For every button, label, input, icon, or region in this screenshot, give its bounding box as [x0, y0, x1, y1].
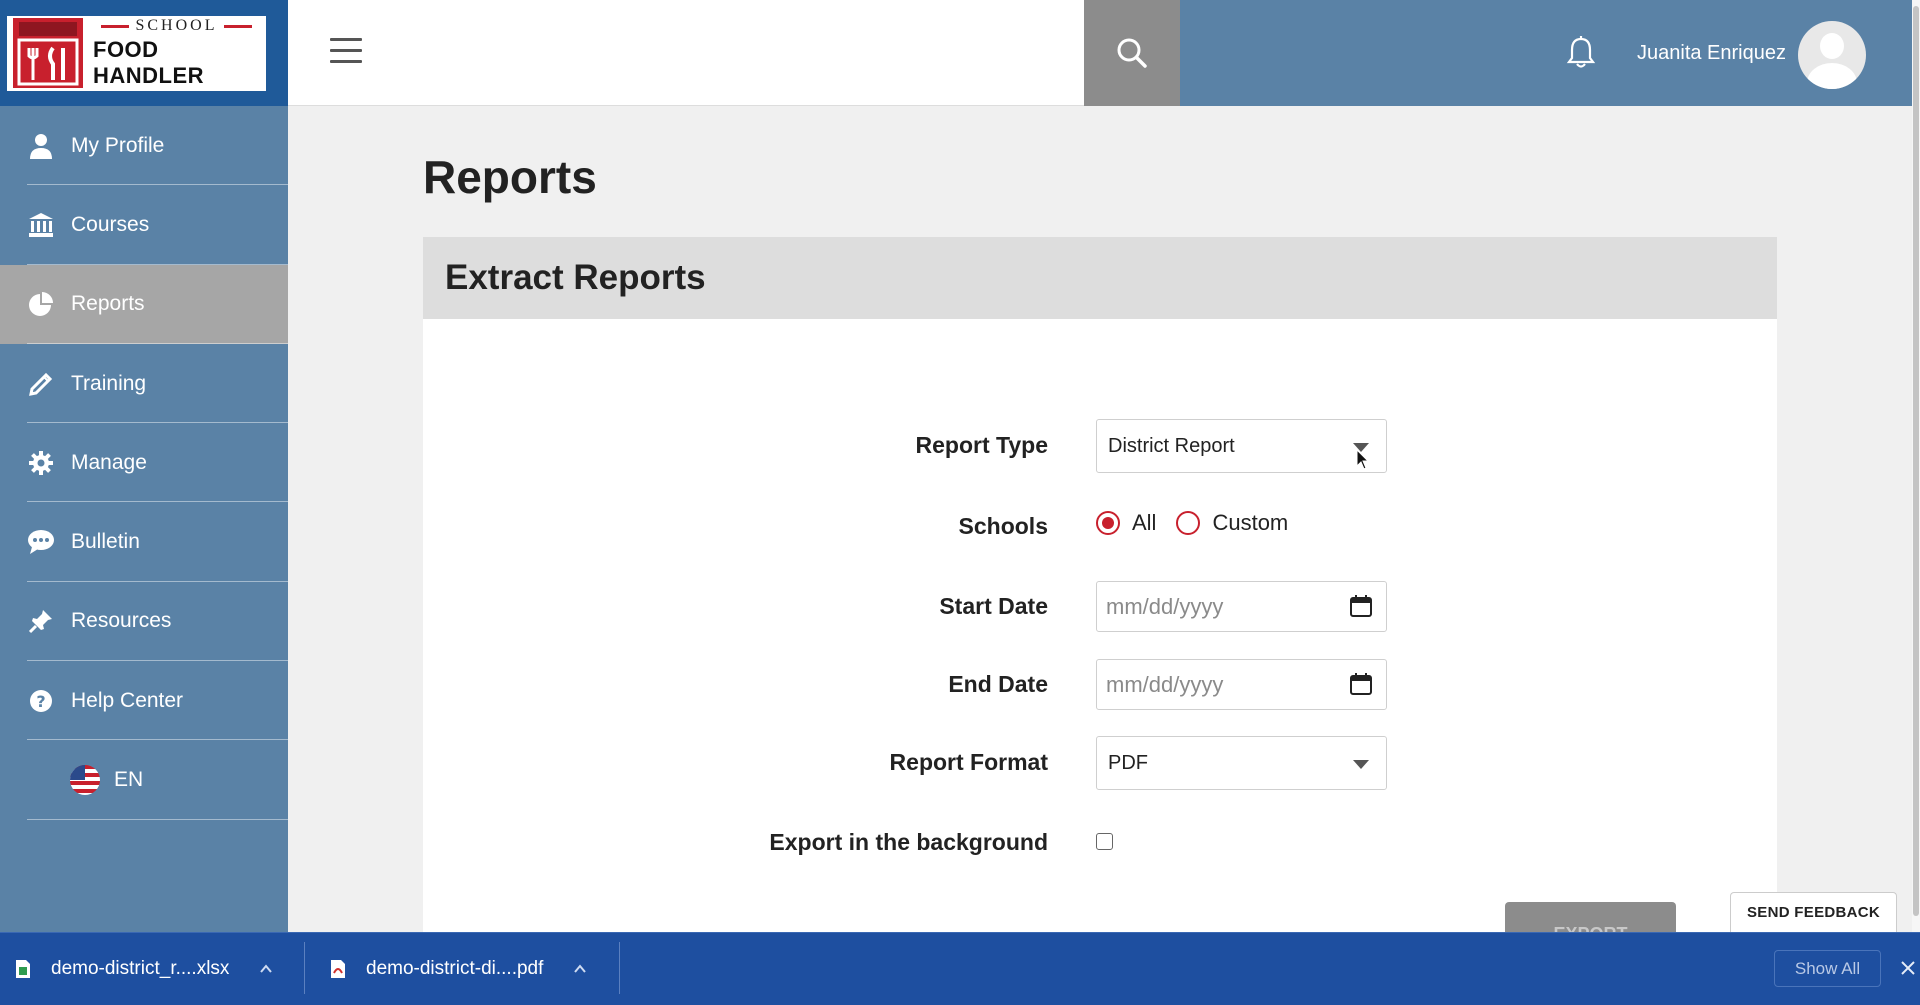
report-format-value: PDF	[1108, 751, 1148, 774]
chevron-up-icon[interactable]	[573, 962, 587, 976]
sidebar-item-training[interactable]: Training	[0, 344, 288, 424]
menu-toggle-icon[interactable]	[330, 38, 362, 64]
logo-line2: FOOD HANDLER	[93, 37, 205, 88]
sidebar-item-label: Resources	[71, 609, 172, 633]
sidebar-item-label: Help Center	[71, 688, 184, 712]
export-background-checkbox[interactable]	[1096, 833, 1113, 850]
start-date-label: Start Date	[939, 593, 1048, 619]
search-button[interactable]	[1084, 0, 1180, 106]
sidebar-item-manage[interactable]: Manage	[0, 423, 288, 503]
sidebar-item-label: Manage	[71, 450, 147, 474]
logo-area: SCHOOL FOOD HANDLER	[0, 0, 288, 106]
report-format-select[interactable]: PDF	[1096, 736, 1387, 790]
institution-icon	[27, 211, 55, 239]
end-date-input[interactable]: mm/dd/yyyy	[1096, 659, 1387, 710]
language-selector[interactable]: EN	[0, 740, 288, 820]
search-icon	[1117, 38, 1147, 68]
end-date-placeholder: mm/dd/yyyy	[1106, 671, 1224, 697]
sidebar-item-reports[interactable]: Reports	[0, 264, 288, 345]
end-date-label: End Date	[948, 671, 1048, 697]
language-label: EN	[114, 768, 144, 792]
pencil-icon	[27, 370, 55, 398]
sidebar-item-bulletin[interactable]: Bulletin	[0, 502, 288, 583]
sidebar: SCHOOL FOOD HANDLER My Profile Courses R…	[0, 0, 288, 932]
sidebar-item-my-profile[interactable]: My Profile	[0, 106, 288, 186]
download-separator	[304, 942, 305, 994]
pin-icon	[27, 607, 55, 635]
logo-mark-icon	[13, 18, 83, 88]
close-icon[interactable]	[1898, 958, 1918, 978]
scrollbar-thumb[interactable]	[1913, 6, 1919, 916]
download-item-xlsx[interactable]: demo-district_r....xlsx	[15, 932, 273, 1005]
page-title: Reports	[423, 151, 597, 203]
sidebar-item-label: Courses	[71, 212, 150, 236]
gear-icon	[27, 449, 55, 477]
question-icon: ?	[27, 687, 55, 715]
sidebar-item-label: My Profile	[71, 133, 165, 157]
send-feedback-button[interactable]: SEND FEEDBACK	[1730, 892, 1897, 932]
mouse-cursor-icon	[1356, 449, 1370, 470]
report-type-select[interactable]: District Report	[1096, 419, 1387, 473]
chevron-up-icon[interactable]	[259, 962, 273, 976]
download-filename: demo-district_r....xlsx	[51, 957, 230, 979]
top-bar	[288, 0, 1084, 106]
schools-radio-all[interactable]	[1096, 511, 1120, 535]
radio-label-custom[interactable]: Custom	[1212, 510, 1288, 536]
bell-icon[interactable]	[1566, 36, 1596, 70]
sidebar-item-label: Training	[71, 371, 147, 395]
speech-bubble-icon	[27, 528, 55, 556]
export-background-label: Export in the background	[769, 829, 1048, 855]
panel-title: Extract Reports	[445, 258, 706, 297]
schools-label: Schools	[958, 513, 1048, 539]
calendar-icon[interactable]	[1350, 673, 1372, 695]
person-icon	[27, 132, 55, 160]
download-filename: demo-district-di....pdf	[366, 957, 544, 979]
user-name[interactable]: Juanita Enriquez	[1637, 42, 1786, 65]
start-date-input[interactable]: mm/dd/yyyy	[1096, 581, 1387, 632]
panel-header: Extract Reports	[423, 237, 1777, 319]
pie-chart-icon	[27, 290, 55, 318]
start-date-placeholder: mm/dd/yyyy	[1106, 593, 1224, 619]
download-separator	[619, 942, 620, 994]
sidebar-item-help-center[interactable]: ? Help Center	[0, 661, 288, 741]
sidebar-item-courses[interactable]: Courses	[0, 185, 288, 265]
schools-radio-group: All Custom	[1096, 510, 1308, 536]
radio-label-all[interactable]: All	[1132, 510, 1156, 536]
avatar[interactable]	[1798, 21, 1866, 89]
sidebar-item-label: Bulletin	[71, 530, 140, 554]
logo[interactable]: SCHOOL FOOD HANDLER	[7, 15, 266, 91]
report-format-label: Report Format	[889, 749, 1048, 775]
svg-text:?: ?	[36, 692, 45, 711]
sidebar-item-label: Reports	[71, 292, 145, 316]
downloads-bar	[0, 932, 1920, 1005]
report-type-value: District Report	[1108, 434, 1235, 457]
download-item-pdf[interactable]: demo-district-di....pdf	[330, 932, 587, 1005]
chevron-down-icon	[1353, 760, 1369, 769]
pdf-file-icon	[330, 959, 346, 979]
logo-line1: SCHOOL	[135, 17, 218, 34]
schools-radio-custom[interactable]	[1176, 511, 1201, 535]
us-flag-icon	[70, 765, 100, 796]
spreadsheet-file-icon	[15, 959, 31, 979]
sidebar-item-resources[interactable]: Resources	[0, 582, 288, 662]
report-type-label: Report Type	[915, 432, 1048, 458]
calendar-icon[interactable]	[1350, 595, 1372, 617]
show-all-button[interactable]: Show All	[1774, 950, 1881, 987]
export-button[interactable]: EXPORT	[1505, 902, 1676, 932]
